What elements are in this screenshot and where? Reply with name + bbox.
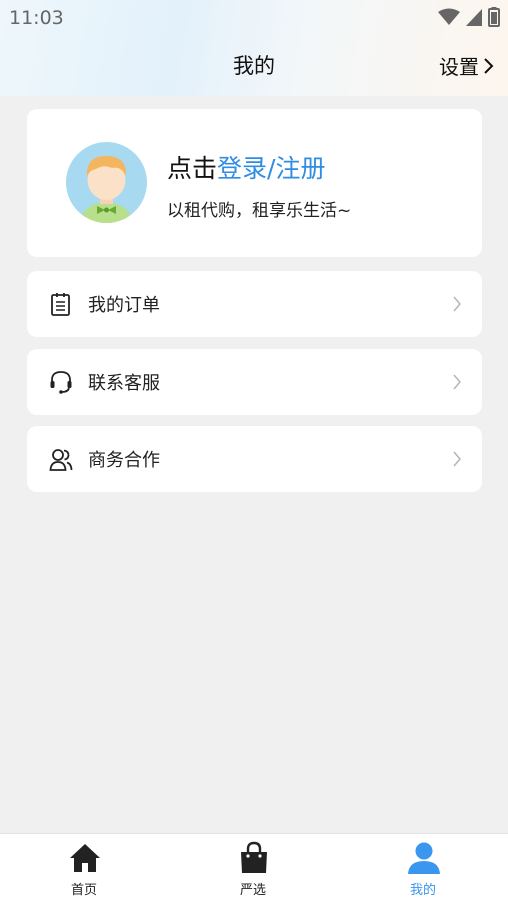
avatar-image: [80, 156, 133, 223]
tab-label: 首页: [70, 883, 97, 898]
status-icons: [438, 7, 500, 27]
menu-item-customer-service[interactable]: 联系客服: [27, 349, 482, 415]
settings-label: 设置: [439, 55, 479, 79]
headset-icon: [50, 371, 72, 394]
login-prompt: 点击登录/注册: [167, 149, 325, 185]
profile-card: 点击登录/注册 以租代购，租享乐生活~: [27, 109, 482, 257]
tab-label: 我的: [409, 883, 436, 898]
menu-item-orders[interactable]: 我的订单: [27, 271, 482, 337]
tab-label: 严选: [239, 883, 266, 898]
shopping-bag-icon: [241, 841, 267, 873]
menu-item-business[interactable]: 商务合作: [27, 426, 482, 492]
tab-selection[interactable]: 严选: [193, 834, 313, 904]
status-time: 11:03: [9, 7, 64, 29]
battery-icon: [488, 7, 500, 27]
tab-mine[interactable]: 我的: [363, 834, 483, 904]
chevron-right-icon: [453, 451, 461, 467]
page-title: 我的: [233, 54, 275, 78]
settings-button[interactable]: 设置: [439, 51, 494, 80]
login-prefix: 点击: [167, 154, 218, 183]
user-icon: [408, 842, 440, 874]
bottom-tab-bar: 首页 严选 我的: [0, 833, 508, 904]
avatar[interactable]: [66, 142, 147, 223]
home-icon: [70, 844, 100, 872]
chevron-right-icon: [453, 374, 461, 390]
wifi-icon: [438, 8, 460, 25]
clipboard-icon: [51, 293, 70, 316]
menu-item-label: 联系客服: [88, 373, 160, 394]
signal-icon: [466, 9, 482, 26]
menu-item-label: 商务合作: [88, 450, 160, 471]
tab-home[interactable]: 首页: [24, 834, 144, 904]
users-icon: [49, 449, 73, 471]
login-register-link[interactable]: 登录/注册: [217, 154, 325, 183]
chevron-right-icon: [484, 57, 494, 74]
slogan: 以租代购，租享乐生活~: [167, 201, 352, 221]
chevron-right-icon: [453, 296, 461, 312]
header: 11:03 我的 设置: [0, 0, 508, 96]
menu-item-label: 我的订单: [88, 295, 160, 316]
